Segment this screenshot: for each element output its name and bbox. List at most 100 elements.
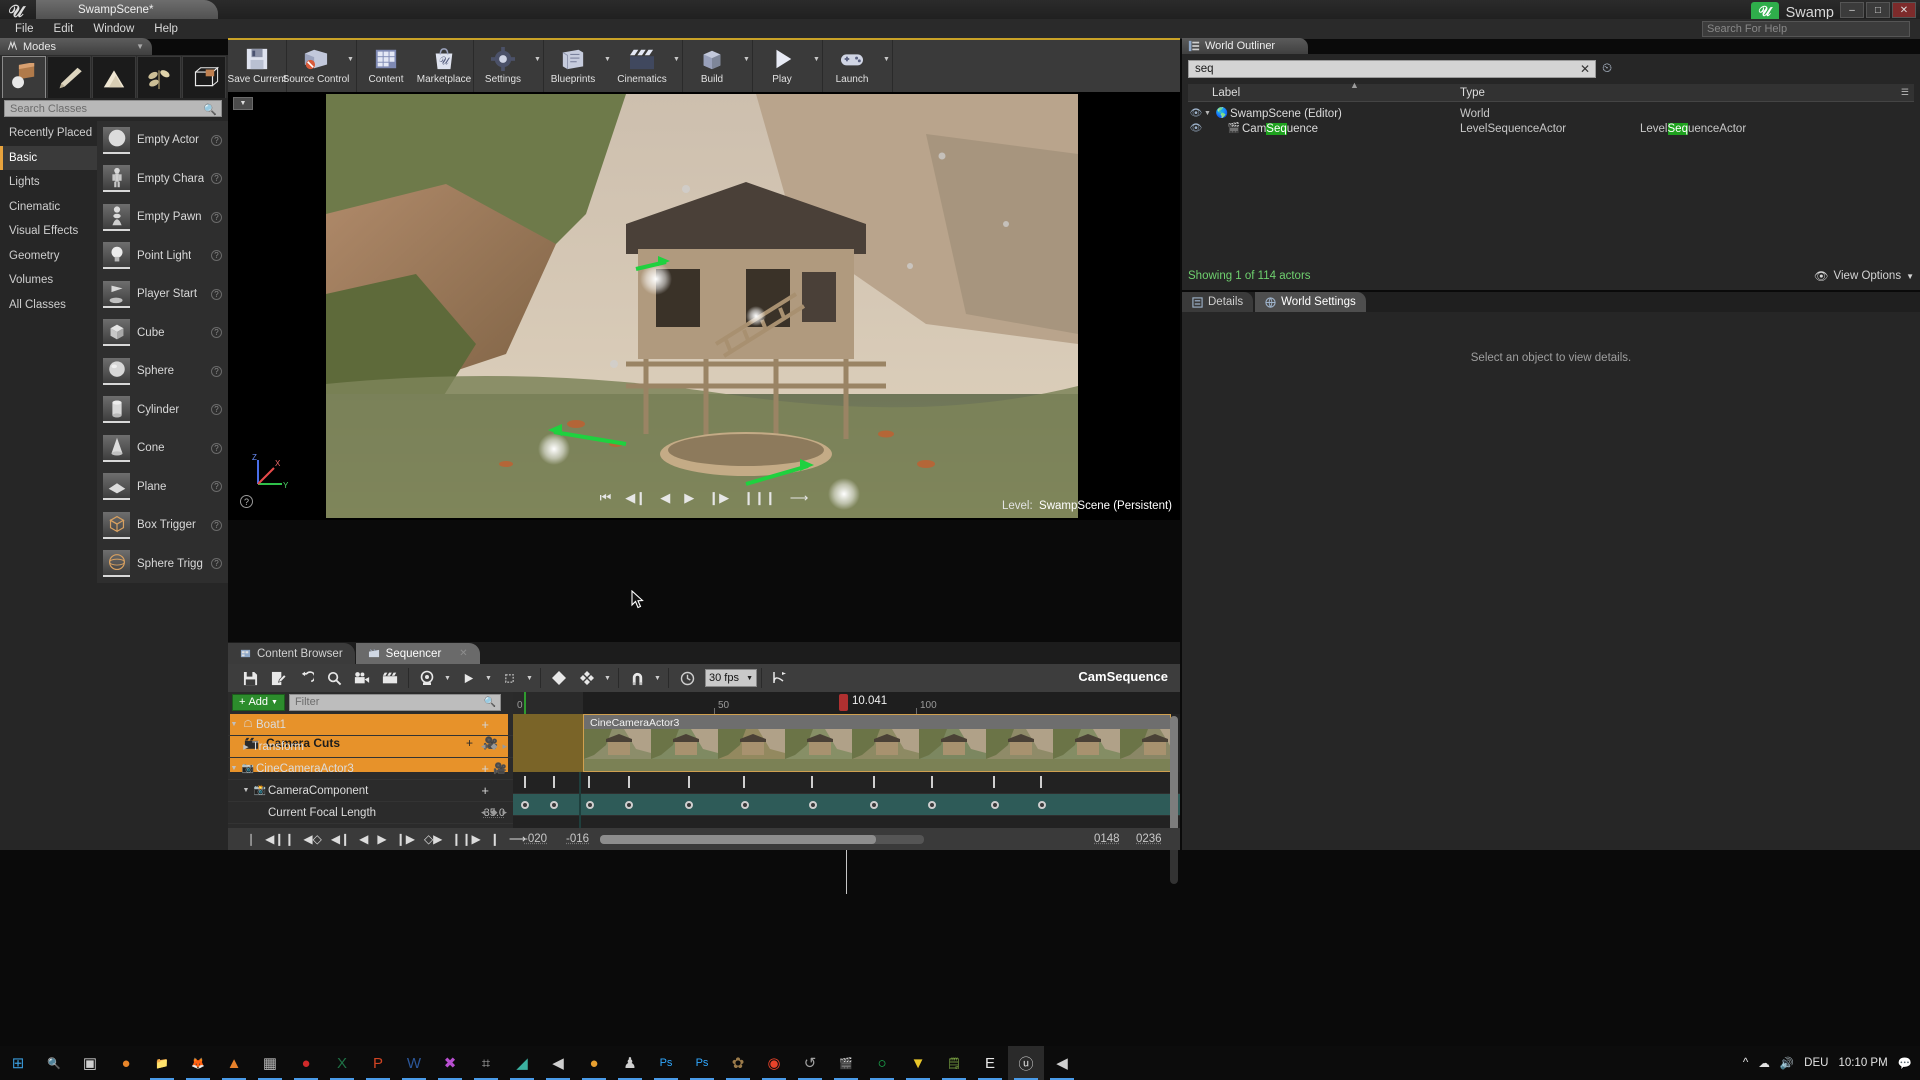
premiere-icon[interactable]: ▼ (900, 1046, 936, 1080)
range-in-value[interactable]: -016 (566, 833, 589, 845)
play-reverse-icon[interactable]: ◀ (359, 832, 368, 846)
help-icon[interactable]: ? (211, 134, 222, 146)
step-forward-frame-icon[interactable]: ❙▶ (396, 832, 415, 846)
menu-edit[interactable]: Edit (45, 21, 83, 37)
scrollbar-thumb[interactable] (1170, 716, 1178, 844)
modes-tab[interactable]: Modes ▼ (0, 38, 152, 55)
next-key-icon[interactable]: ▸ (502, 807, 507, 818)
collapse-triangle-icon[interactable]: ▼ (240, 787, 252, 794)
keyframe-marker[interactable] (521, 801, 529, 809)
keyframe-marker[interactable] (928, 801, 936, 809)
step-forward-icon[interactable]: ❙▶ (708, 490, 729, 506)
marketplace-button[interactable]: 𝒰 Marketplace (415, 40, 473, 94)
placement-asset-box-trigger[interactable]: Box Trigger? (97, 506, 228, 545)
clear-search-icon[interactable]: ✕ (1580, 62, 1590, 76)
camera-icon[interactable]: 🎥 (493, 762, 507, 775)
tab-details[interactable]: Details (1182, 292, 1254, 312)
keyframe-marker[interactable] (870, 801, 878, 809)
minimize-button[interactable]: – (1840, 2, 1864, 18)
placement-asset-cylinder[interactable]: Cylinder? (97, 391, 228, 430)
foxit-icon[interactable]: 🦊 (180, 1046, 216, 1080)
keyframe-marker[interactable] (625, 801, 633, 809)
keyframe-marker[interactable] (741, 801, 749, 809)
spotify-icon[interactable]: ○ (864, 1046, 900, 1080)
step-back-key-icon[interactable]: ◀◇ (303, 832, 321, 846)
blueprints-button[interactable]: Blueprints (544, 40, 602, 94)
step-forward-key-icon[interactable]: ◇▶ (424, 832, 442, 846)
file-explorer-icon[interactable]: 📁 (144, 1046, 180, 1080)
help-icon[interactable]: ? (211, 404, 222, 416)
record-icon[interactable]: ● (288, 1046, 324, 1080)
unreal-engine-icon[interactable]: ⓤ (1008, 1046, 1044, 1080)
keyframe-marker[interactable] (586, 801, 594, 809)
category-visual-effects[interactable]: Visual Effects (0, 219, 97, 244)
chevron-down-icon[interactable]: ▼ (671, 40, 682, 94)
step-forward-fast-icon[interactable]: ❙❙❙ (743, 490, 776, 506)
track-row-cameracomponent[interactable]: ▼ 📸 CameraComponent + (228, 780, 513, 802)
placement-asset-point-light[interactable]: Point Light? (97, 237, 228, 276)
chevron-down-icon[interactable]: ▼ (811, 40, 822, 94)
xmind-icon[interactable]: ✖ (432, 1046, 468, 1080)
expand-triangle-icon[interactable]: ▶ (240, 743, 252, 751)
range-out-value[interactable]: 0148 (1094, 833, 1120, 845)
jump-to-end-icon[interactable]: ⟶ (790, 490, 809, 506)
notepad-icon[interactable]: 🗒 (936, 1046, 972, 1080)
menu-window[interactable]: Window (84, 21, 143, 37)
body-row-boat1-transform[interactable] (513, 794, 1180, 816)
help-icon[interactable]: ? (211, 288, 222, 300)
help-icon[interactable]: ? (211, 250, 222, 262)
playback-start-marker[interactable] (524, 692, 526, 714)
scrollbar-thumb[interactable] (600, 834, 876, 844)
expand-triangle-icon[interactable]: ▼ (1204, 110, 1214, 117)
help-icon[interactable]: ? (211, 481, 222, 493)
tray-notifications-icon[interactable]: 💬 (1898, 1056, 1912, 1070)
tray-chevron-icon[interactable]: ^ (1743, 1057, 1748, 1069)
save-as-button[interactable] (264, 665, 292, 691)
range-end-value[interactable]: 0236 (1136, 833, 1162, 845)
column-type[interactable]: Type (1460, 87, 1485, 99)
category-volumes[interactable]: Volumes (0, 268, 97, 293)
create-camera-button[interactable] (348, 665, 376, 691)
set-start-icon[interactable]: ❘ (246, 832, 256, 846)
column-label[interactable]: Label (1212, 87, 1240, 99)
add-track-icon[interactable]: + (481, 717, 489, 732)
horizontal-scrollbar[interactable] (600, 834, 924, 844)
chrome-icon[interactable]: ◉ (756, 1046, 792, 1080)
save-current-button[interactable]: Save Current (228, 40, 286, 94)
key-nav-controls[interactable]: ◂ ◆ ▸ (481, 741, 507, 752)
category-lights[interactable]: Lights (0, 170, 97, 195)
unity-hub-icon[interactable]: ◀ (1044, 1046, 1080, 1080)
playback-range-caret-icon[interactable]: ▼ (482, 665, 495, 691)
jump-to-start-icon[interactable]: ◀❙❙ (265, 832, 294, 846)
auto-key-button[interactable] (413, 665, 441, 691)
level-viewport[interactable]: ▼ Z Y X ? ⏮ ◀❙ ◀ ▶ ❙▶ ❙❙❙ ⟶ Level: SwampScene … (228, 92, 1180, 520)
time-display-button[interactable] (673, 665, 701, 691)
keyframe-marker[interactable] (991, 801, 999, 809)
snapping-button[interactable] (623, 665, 651, 691)
photoshop-icon[interactable]: Ps (648, 1046, 684, 1080)
curve-editor-button[interactable] (766, 665, 794, 691)
category-recently-placed[interactable]: Recently Placed (0, 121, 97, 146)
epic-games-icon[interactable]: E (972, 1046, 1008, 1080)
viewport-options-button[interactable]: ▼ (233, 97, 253, 110)
column-options-icon[interactable]: ☰ (1901, 87, 1909, 98)
unity-icon[interactable]: ◀ (540, 1046, 576, 1080)
auto-key-caret-icon[interactable]: ▼ (441, 665, 454, 691)
help-icon[interactable]: ? (211, 173, 222, 185)
step-back-icon[interactable]: ◀ (660, 490, 670, 506)
substance-icon[interactable]: ◢ (504, 1046, 540, 1080)
placement-asset-plane[interactable]: Plane? (97, 468, 228, 507)
placement-asset-cube[interactable]: Cube? (97, 314, 228, 353)
chevron-down-icon[interactable]: ▼ (881, 40, 892, 94)
launch-button[interactable]: Launch (823, 40, 881, 94)
close-button[interactable]: ✕ (1892, 2, 1916, 18)
firefox-icon[interactable]: ● (108, 1046, 144, 1080)
chevron-down-icon[interactable]: ▼ (602, 40, 613, 94)
photoshop2-icon[interactable]: Ps (684, 1046, 720, 1080)
keyframe-shape-caret-icon[interactable]: ▼ (523, 665, 536, 691)
set-end-icon[interactable]: ❙ (490, 832, 500, 846)
paint-mode-button[interactable] (47, 56, 91, 100)
add-key-icon[interactable]: ◆ (491, 741, 498, 752)
track-row-boat1[interactable]: ▼ ☖ Boat1 + (228, 714, 513, 736)
category-all-classes[interactable]: All Classes (0, 293, 97, 318)
